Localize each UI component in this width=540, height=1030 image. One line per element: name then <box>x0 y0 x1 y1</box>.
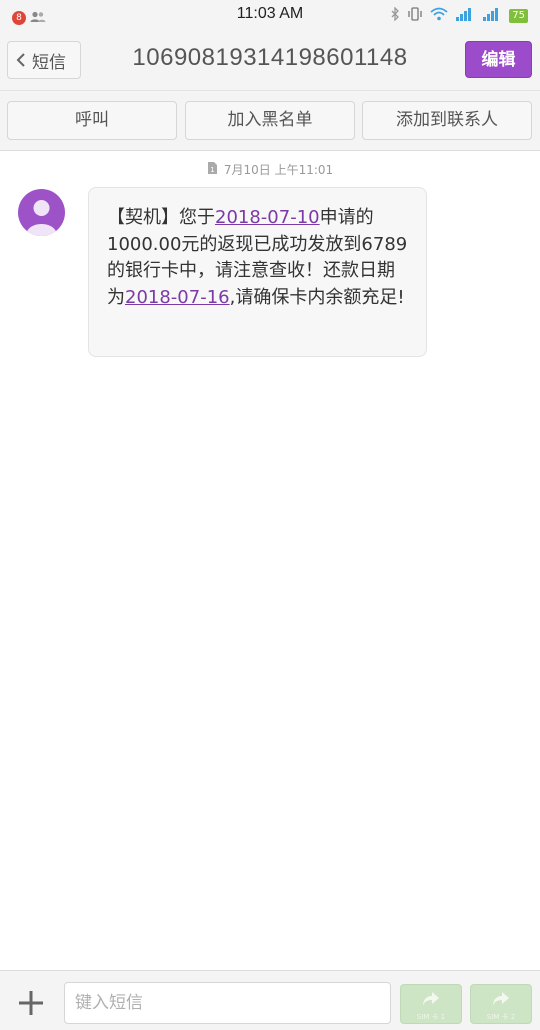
blacklist-button[interactable]: 加入黑名单 <box>185 101 355 140</box>
person-icon <box>26 200 57 236</box>
action-row: 呼叫 加入黑名单 添加到联系人 <box>0 90 540 151</box>
edit-button[interactable]: 编辑 <box>465 41 532 78</box>
status-bar: 8 11:03 AM 75 <box>0 0 540 30</box>
signal-sim2-icon <box>482 6 502 25</box>
add-contact-button[interactable]: 添加到联系人 <box>362 101 532 140</box>
date-link-2[interactable]: 2018-07-16 <box>125 287 230 308</box>
svg-text:1: 1 <box>210 166 214 174</box>
message-text-3: ,请确保卡内余额充足! <box>229 286 405 308</box>
chevron-left-icon <box>16 53 26 67</box>
vibrate-icon <box>407 6 423 25</box>
sim2-label: SIM 卡 2 <box>486 1013 516 1021</box>
message-text-1: 【契机】您于 <box>107 207 215 228</box>
sim1-icon: 1 <box>207 161 218 178</box>
forward-icon <box>423 992 439 1006</box>
send-sim1-button[interactable]: SIM 卡 1 <box>400 984 462 1024</box>
sim1-label: SIM 卡 1 <box>416 1013 446 1021</box>
message-timestamp: 1 7月10日 上午11:01 <box>0 161 540 178</box>
attach-button[interactable] <box>16 988 46 1018</box>
message-input[interactable]: 键入短信 <box>64 982 391 1024</box>
status-right: 75 <box>391 6 528 25</box>
wifi-icon <box>430 6 448 25</box>
send-sim2-button[interactable]: SIM 卡 2 <box>470 984 532 1024</box>
back-label: 短信 <box>32 52 66 73</box>
signal-sim1-icon <box>455 6 475 25</box>
avatar[interactable] <box>18 189 65 236</box>
message-bubble[interactable]: 【契机】您于2018-07-10申请的1000.00元的返现已成功发放到6789… <box>88 187 427 357</box>
timestamp-text: 7月10日 上午11:01 <box>223 163 334 177</box>
back-button[interactable]: 短信 <box>7 41 81 79</box>
plus-icon <box>19 991 43 1015</box>
bluetooth-icon <box>391 6 400 25</box>
call-button[interactable]: 呼叫 <box>7 101 177 140</box>
forward-icon <box>493 992 509 1006</box>
page-title: 10690819314198601148 <box>132 44 408 71</box>
composer-bar: 键入短信 SIM 卡 1 SIM 卡 2 <box>0 970 540 1030</box>
date-link-1[interactable]: 2018-07-10 <box>215 207 320 228</box>
battery-indicator: 75 <box>509 8 528 23</box>
title-bar: 短信 10690819314198601148 编辑 <box>0 30 540 90</box>
